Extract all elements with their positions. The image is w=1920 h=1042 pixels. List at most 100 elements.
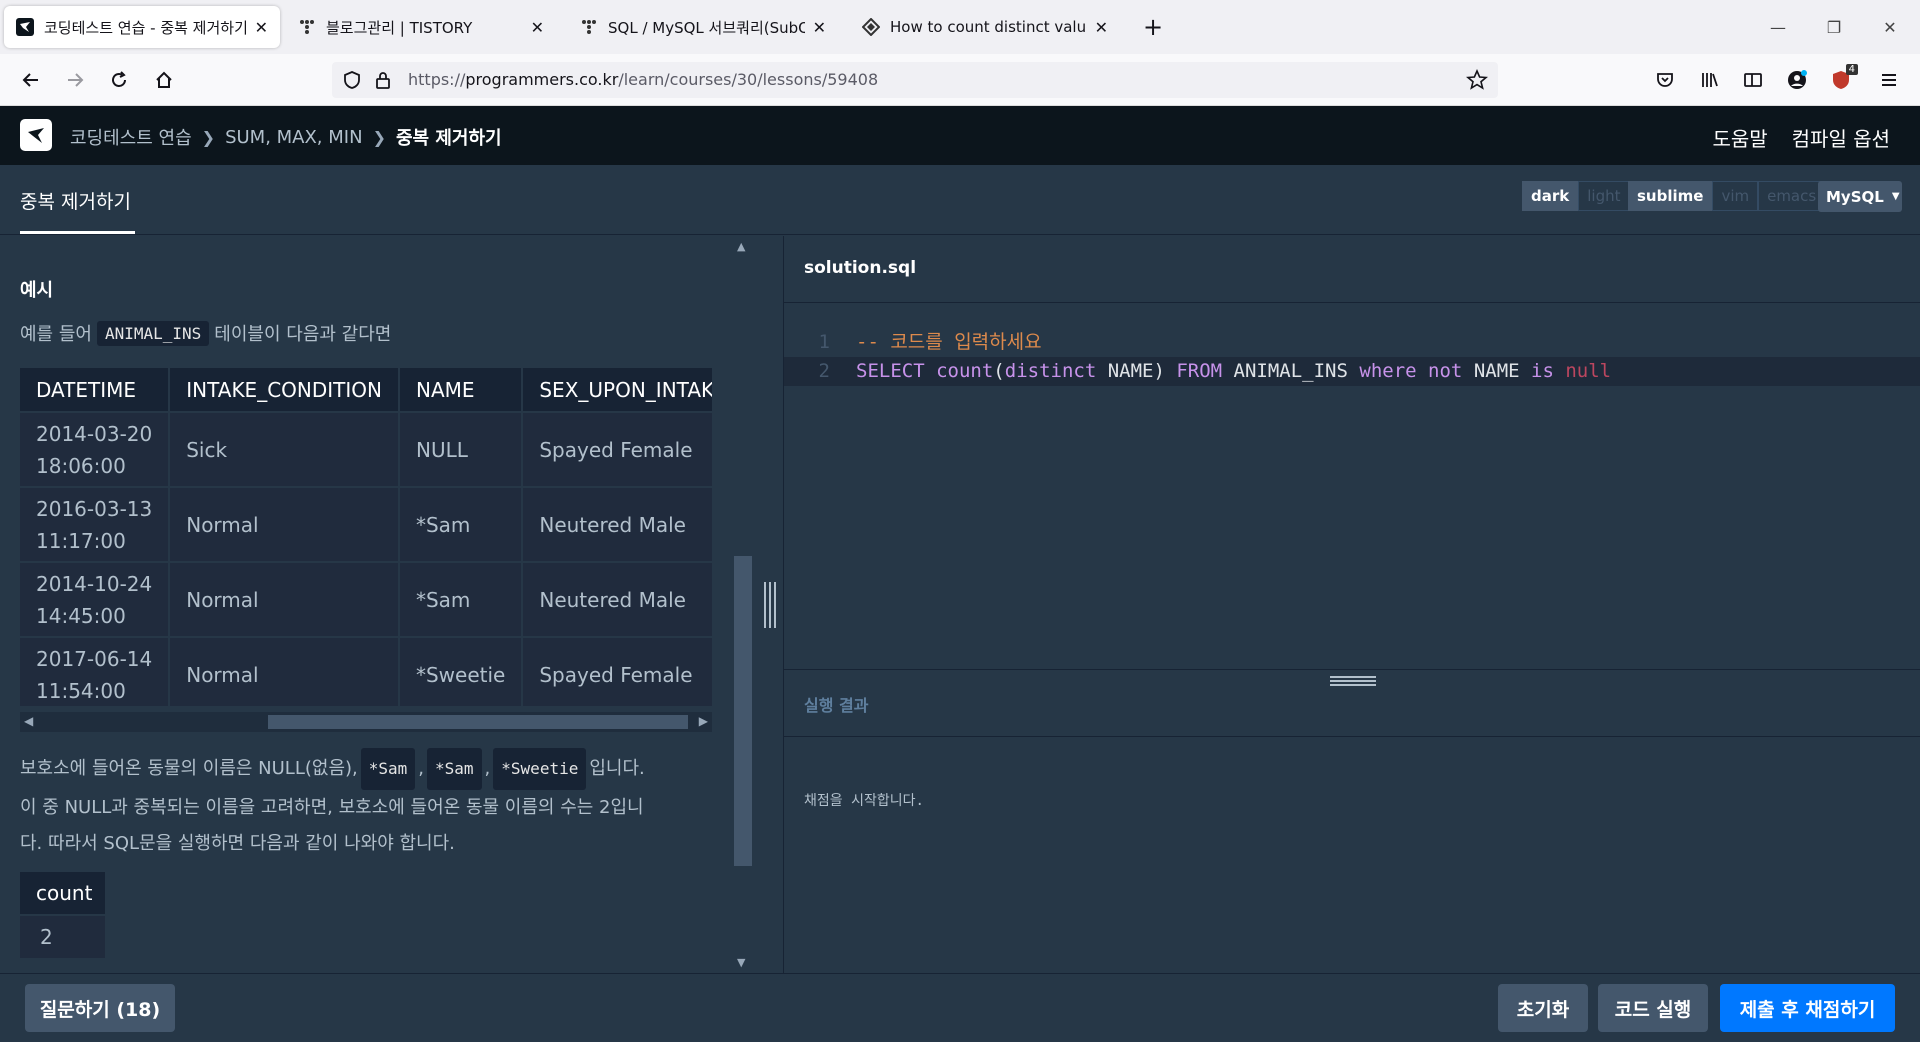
scroll-left-icon[interactable]: ◀ xyxy=(24,714,33,728)
problem-description: 예시 예를 들어 ANIMAL_INS 테이블이 다음과 같다면 DATETIM… xyxy=(0,236,732,973)
scrollbar-thumb[interactable] xyxy=(734,556,752,866)
tistory-favicon xyxy=(298,18,316,36)
inline-code: *Sam xyxy=(360,748,416,790)
app-header: 코딩테스트 연습 ❯ SUM, MAX, MIN ❯ 중복 제거하기 도움말 컴… xyxy=(0,106,1920,165)
browser-tab-count-distinct[interactable]: How to count distinct values in SQL ✕ xyxy=(850,6,1120,48)
drag-handle-icon[interactable] xyxy=(764,582,776,628)
close-window-icon[interactable]: ✕ xyxy=(1872,10,1908,44)
table-cell: *Sam xyxy=(398,561,524,637)
table-cell: *Sweetie xyxy=(398,636,524,706)
extension-badge: 4 xyxy=(1845,64,1858,75)
close-tab-icon[interactable]: ✕ xyxy=(255,18,268,37)
column-header: INTAKE_CONDITION xyxy=(169,368,400,412)
sidebar-icon[interactable] xyxy=(1736,64,1770,96)
keymap-toggle: sublime vim emacs xyxy=(1628,181,1826,213)
line-number: 2 xyxy=(818,360,830,382)
keymap-vim-option[interactable]: vim xyxy=(1712,181,1759,211)
reset-button[interactable]: 초기화 xyxy=(1498,984,1588,1032)
ublock-extension-icon[interactable]: 4 xyxy=(1824,64,1858,96)
question-button[interactable]: 질문하기 (18) xyxy=(25,984,175,1032)
table-cell: Sick xyxy=(169,411,400,487)
bottom-action-bar: 질문하기 (18) 초기화 코드 실행 제출 후 채점하기 xyxy=(0,973,1920,1042)
drag-handle-icon[interactable] xyxy=(1330,676,1376,686)
close-tab-icon[interactable]: ✕ xyxy=(1095,18,1108,37)
account-icon[interactable] xyxy=(1780,64,1814,96)
run-code-button[interactable]: 코드 실행 xyxy=(1598,984,1708,1032)
language-select-value: MySQL xyxy=(1826,187,1884,206)
line-number: 1 xyxy=(818,331,830,353)
description-vertical-scrollbar[interactable]: ▲ ▼ xyxy=(732,236,754,973)
table-cell: Spayed Female xyxy=(522,636,712,706)
breadcrumb-item-coding-test[interactable]: 코딩테스트 연습 xyxy=(70,124,192,150)
close-tab-icon[interactable]: ✕ xyxy=(813,18,826,37)
browser-tab-bar: 코딩테스트 연습 - 중복 제거하기 ✕ 블로그관리 | TISTORY ✕ S… xyxy=(0,0,1920,54)
execution-result-pane: 실행 결과 채점을 시작합니다. xyxy=(784,669,1920,973)
language-select[interactable]: MySQL ▼ xyxy=(1818,181,1902,212)
table-cell: Neutered Male xyxy=(522,561,712,637)
back-icon[interactable] xyxy=(14,64,48,96)
table-cell: 2 xyxy=(20,914,105,958)
divider xyxy=(784,736,1920,737)
forward-icon[interactable] xyxy=(58,64,92,96)
tab-title: 블로그관리 | TISTORY xyxy=(326,18,473,37)
scroll-up-icon[interactable]: ▲ xyxy=(737,240,745,253)
new-tab-icon[interactable]: + xyxy=(1138,12,1168,42)
home-icon[interactable] xyxy=(147,64,181,96)
lock-icon[interactable] xyxy=(374,70,392,94)
keymap-sublime-option[interactable]: sublime xyxy=(1628,181,1713,211)
programmers-logo[interactable] xyxy=(20,119,52,151)
shield-icon[interactable] xyxy=(342,70,362,94)
result-output: 채점을 시작합니다. xyxy=(804,793,924,809)
table-cell: Neutered Male xyxy=(522,486,712,562)
column-header: NAME xyxy=(398,368,524,412)
table-horizontal-scrollbar[interactable]: ◀ ▶ xyxy=(20,712,712,732)
inline-code: *Sweetie xyxy=(493,748,587,790)
column-header: count xyxy=(20,872,105,914)
bookmark-star-icon[interactable] xyxy=(1465,68,1489,95)
scroll-right-icon[interactable]: ▶ xyxy=(699,714,708,728)
theme-light-option[interactable]: light xyxy=(1578,181,1630,211)
table-cell: 2014-03-20 18:06:00 xyxy=(20,411,171,487)
tistory-favicon xyxy=(580,18,598,36)
close-tab-icon[interactable]: ✕ xyxy=(531,18,544,37)
title-underline xyxy=(20,231,135,234)
programmers-favicon xyxy=(16,18,34,36)
scrollbar-thumb[interactable] xyxy=(268,715,688,729)
compile-options-link[interactable]: 컴파일 옵션 xyxy=(1792,123,1890,152)
inline-code: *Sam xyxy=(427,748,482,790)
pocket-icon[interactable] xyxy=(1648,64,1682,96)
submit-button[interactable]: 제출 후 채점하기 xyxy=(1720,984,1895,1032)
table-cell: *Sam xyxy=(398,486,524,562)
help-link[interactable]: 도움말 xyxy=(1712,123,1767,152)
column-header: DATETIME xyxy=(20,368,171,412)
divider xyxy=(784,302,1920,303)
menu-icon[interactable] xyxy=(1872,64,1906,96)
column-header: SEX_UPON_INTAKE xyxy=(522,368,712,412)
code-editor-pane: solution.sql 1 -- 코드를 입력하세요 2 SELECT cou… xyxy=(784,236,1920,669)
browser-tab-subquery[interactable]: SQL / MySQL 서브쿼리(SubQuery) ✕ xyxy=(568,6,838,48)
minimize-window-icon[interactable]: — xyxy=(1760,10,1796,44)
library-icon[interactable] xyxy=(1692,64,1726,96)
restore-window-icon[interactable]: ❐ xyxy=(1816,10,1852,44)
code-text: SELECT count(distinct NAME) FROM ANIMAL_… xyxy=(856,360,1612,382)
url-bar[interactable]: https://programmers.co.kr/learn/courses/… xyxy=(332,62,1498,98)
chevron-right-icon: ❯ xyxy=(372,127,386,147)
breadcrumb-item-category[interactable]: SUM, MAX, MIN xyxy=(225,127,363,148)
scroll-down-icon[interactable]: ▼ xyxy=(737,956,745,969)
table-cell: Spayed Female xyxy=(522,411,712,487)
vertical-splitter[interactable] xyxy=(754,236,784,973)
browser-tab-tistory[interactable]: 블로그관리 | TISTORY ✕ xyxy=(286,6,556,48)
theme-dark-option[interactable]: dark xyxy=(1522,181,1579,211)
reload-icon[interactable] xyxy=(102,64,136,96)
code-line[interactable]: 2 SELECT count(distinct NAME) FROM ANIMA… xyxy=(784,357,1920,386)
inline-code: ANIMAL_INS xyxy=(96,320,210,346)
code-editor[interactable]: 1 -- 코드를 입력하세요 2 SELECT count(distinct N… xyxy=(784,328,1920,386)
url-text[interactable]: https://programmers.co.kr/learn/courses/… xyxy=(408,70,878,89)
browser-nav-bar: https://programmers.co.kr/learn/courses/… xyxy=(0,54,1920,106)
keymap-emacs-option[interactable]: emacs xyxy=(1758,181,1826,211)
diamond-favicon xyxy=(862,18,880,36)
table-row: 2014-03-20 18:06:00 Sick NULL Spayed Fema… xyxy=(20,411,712,487)
code-line[interactable]: 1 -- 코드를 입력하세요 xyxy=(784,328,1920,357)
browser-tab-programmers[interactable]: 코딩테스트 연습 - 중복 제거하기 ✕ xyxy=(4,6,280,48)
table-cell: 2017-06-14 11:54:00 xyxy=(20,636,171,706)
